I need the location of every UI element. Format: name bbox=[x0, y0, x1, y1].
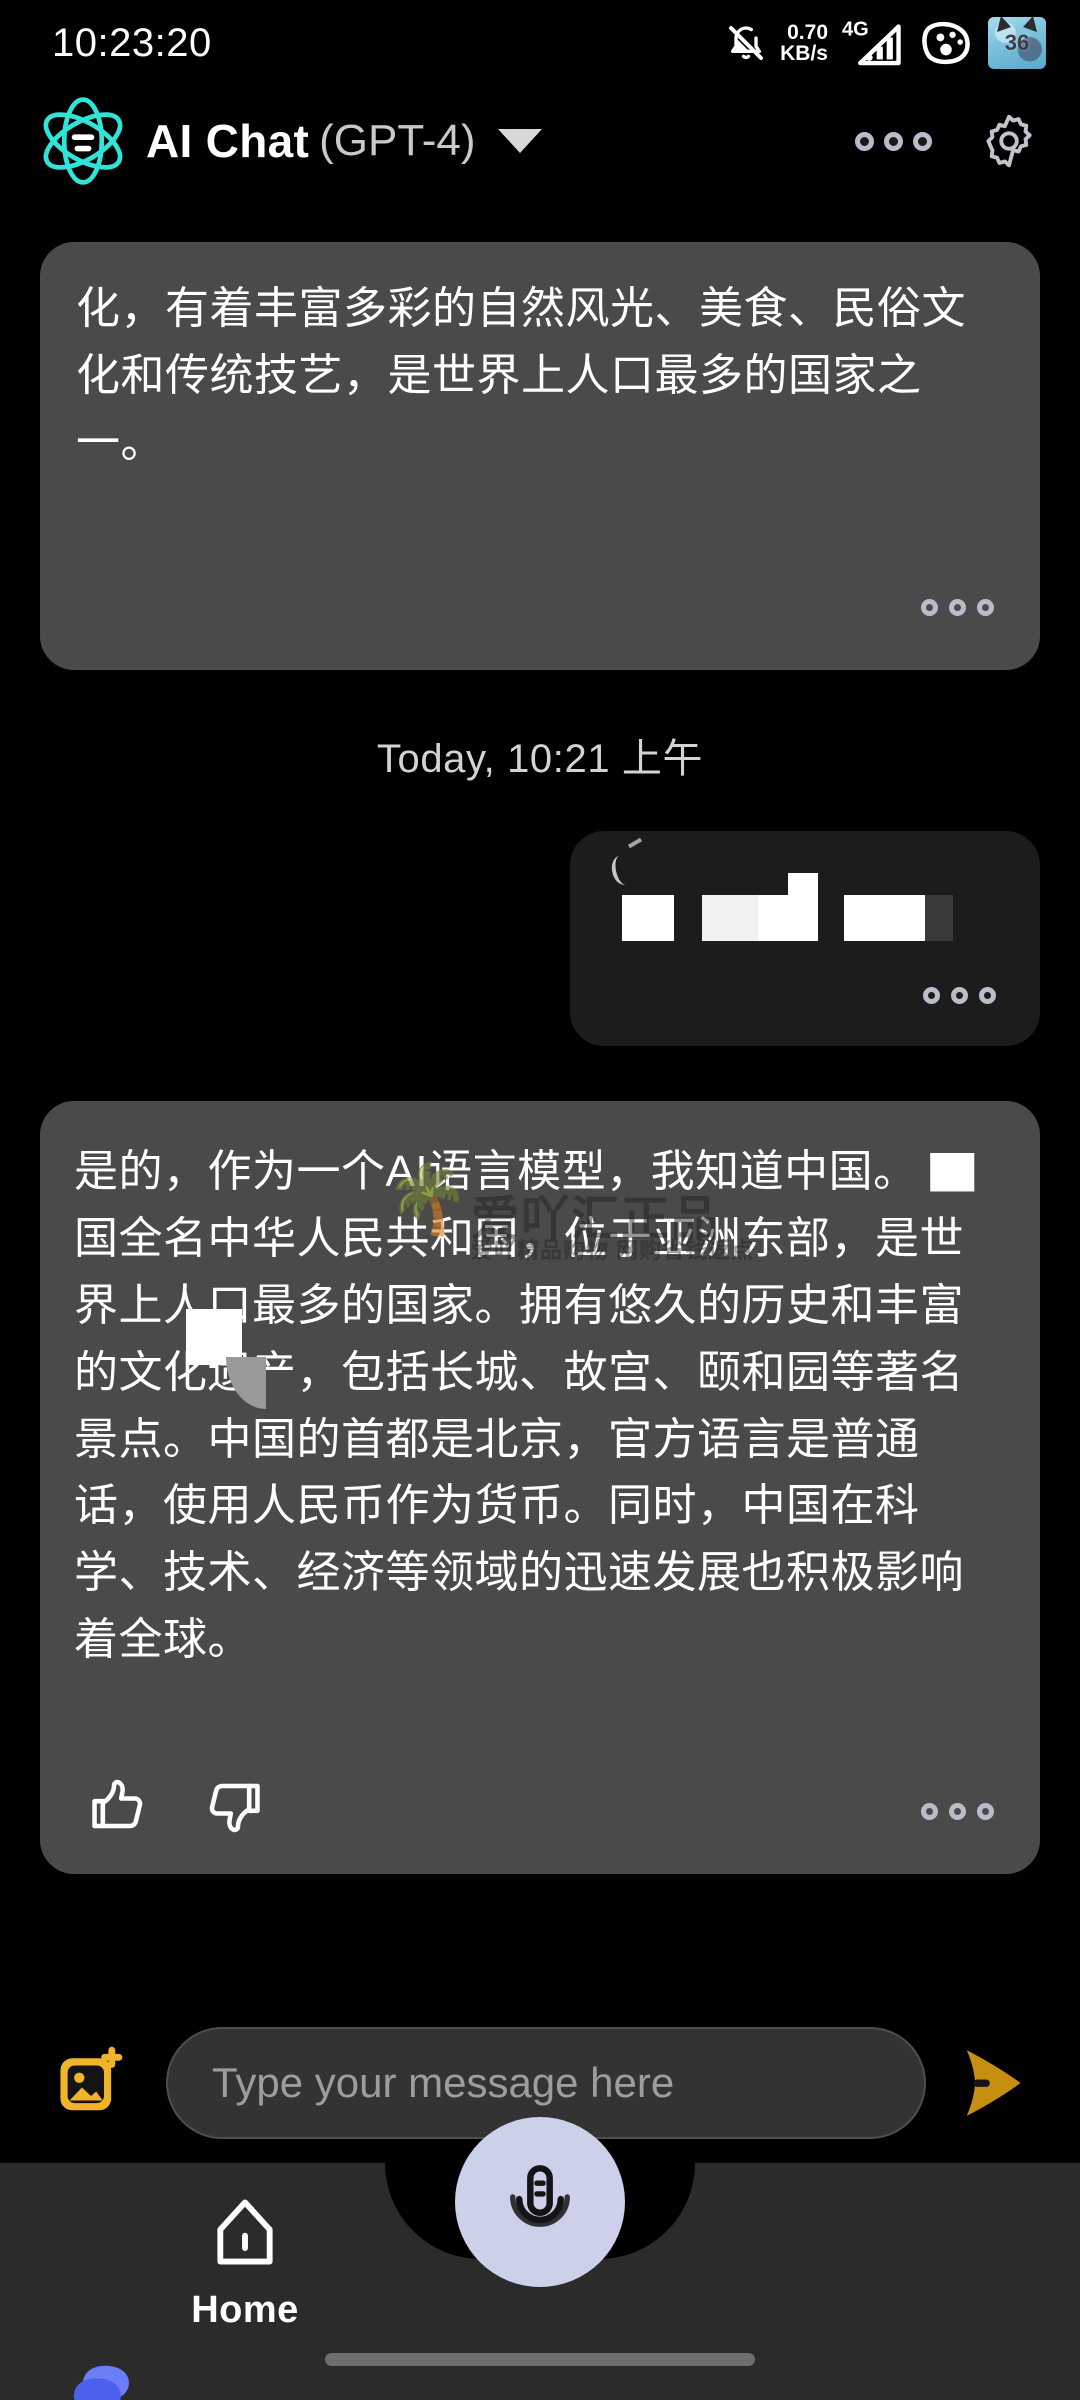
dot bbox=[949, 1803, 966, 1820]
gear-icon[interactable] bbox=[978, 110, 1040, 172]
message-text: 是的，作为一个AI语言模型，我知道中国。 ▇国全名中华人民共和国，位于亚洲东部，… bbox=[74, 1147, 975, 1665]
dot bbox=[979, 987, 996, 1004]
battery-percent-label: 36 bbox=[1004, 30, 1030, 55]
bottom-navigation-bar: Home Chat bbox=[0, 2117, 1080, 2400]
message-options-icon[interactable] bbox=[921, 599, 994, 616]
atom-logo-icon bbox=[43, 97, 123, 185]
dot bbox=[913, 131, 932, 151]
dot bbox=[949, 599, 966, 616]
page-title: AI Chat bbox=[146, 115, 310, 167]
status-bar-icons: 0.70 KB/s 4G 36 bbox=[726, 17, 1046, 69]
chat-bubbles-icon bbox=[73, 2365, 129, 2400]
svg-text:4G: 4G bbox=[842, 19, 869, 41]
redaction-artifact bbox=[627, 837, 643, 849]
message-options-icon[interactable] bbox=[923, 987, 996, 1004]
dot bbox=[884, 131, 903, 151]
battery-avatar-icon: 36 bbox=[988, 17, 1046, 69]
redaction-block bbox=[186, 1309, 266, 1409]
chat-message-list[interactable]: 化，有着丰富多彩的自然风光、美食、民俗文化和传统技艺，是世界上人口最多的国家之一… bbox=[0, 196, 1080, 1986]
network-speed-icon: 0.70 KB/s bbox=[780, 22, 828, 64]
redaction-artifact bbox=[609, 853, 637, 887]
add-image-icon[interactable] bbox=[52, 2044, 130, 2122]
nav-item-chat[interactable]: Chat bbox=[0, 2359, 210, 2400]
send-icon[interactable] bbox=[952, 2041, 1036, 2125]
dot bbox=[977, 599, 994, 616]
redaction-block bbox=[788, 873, 818, 941]
redaction-block bbox=[844, 895, 925, 941]
status-bar: 10:23:20 0.70 KB/s 4G 36 bbox=[0, 0, 1080, 86]
dot bbox=[923, 987, 940, 1004]
dot bbox=[855, 131, 874, 151]
thumbs-up-icon[interactable] bbox=[86, 1774, 150, 1838]
signal-4g-icon: 4G bbox=[842, 19, 901, 66]
redaction-block bbox=[925, 895, 953, 941]
redaction-block bbox=[622, 895, 674, 941]
network-speed-unit: KB/s bbox=[780, 42, 828, 65]
dot bbox=[977, 1803, 994, 1820]
message-options-icon[interactable] bbox=[921, 1803, 994, 1820]
chevron-down-icon[interactable] bbox=[497, 129, 542, 153]
model-label: (GPT-4) bbox=[319, 116, 476, 165]
dot bbox=[921, 599, 938, 616]
voice-input-button[interactable] bbox=[455, 2117, 625, 2287]
paw-icon bbox=[922, 21, 970, 65]
date-divider: Today, 10:21 上午 bbox=[376, 737, 704, 781]
message-bubble-user[interactable] bbox=[570, 831, 1040, 1046]
nav-item-home[interactable]: Home bbox=[140, 2195, 350, 2332]
thumbs-down-icon[interactable] bbox=[202, 1774, 266, 1838]
dot bbox=[951, 987, 968, 1004]
redaction-block bbox=[702, 895, 758, 941]
message-feedback-actions bbox=[86, 1774, 266, 1838]
home-icon bbox=[217, 2198, 273, 2265]
notifications-muted-icon bbox=[729, 26, 764, 60]
dot bbox=[921, 1803, 938, 1820]
app-header: AI Chat (GPT-4) bbox=[0, 86, 1080, 196]
search-input[interactable] bbox=[212, 2059, 880, 2107]
message-text: 化，有着丰富多彩的自然风光、美食、民俗文化和传统技艺，是世界上人口最多的国家之一… bbox=[76, 284, 966, 467]
network-speed-value: 0.70 bbox=[787, 21, 828, 44]
nav-item-label: Home bbox=[191, 2288, 299, 2331]
message-bubble-ai[interactable]: 化，有着丰富多彩的自然风光、美食、民俗文化和传统技艺，是世界上人口最多的国家之一… bbox=[40, 242, 1040, 670]
microphone-icon bbox=[510, 2165, 570, 2227]
message-bubble-ai[interactable]: 是的，作为一个AI语言模型，我知道中国。 ▇国全名中华人民共和国，位于亚洲东部，… bbox=[40, 1101, 1040, 1874]
redacted-content bbox=[609, 837, 953, 941]
more-options-icon[interactable] bbox=[855, 131, 932, 151]
redaction-block bbox=[758, 895, 790, 941]
status-bar-clock: 10:23:20 bbox=[52, 20, 212, 65]
phone-screen: 10:23:20 0.70 KB/s 4G 36 AI Chat (GPT-4)… bbox=[0, 0, 1080, 2400]
home-indicator bbox=[325, 2353, 755, 2366]
